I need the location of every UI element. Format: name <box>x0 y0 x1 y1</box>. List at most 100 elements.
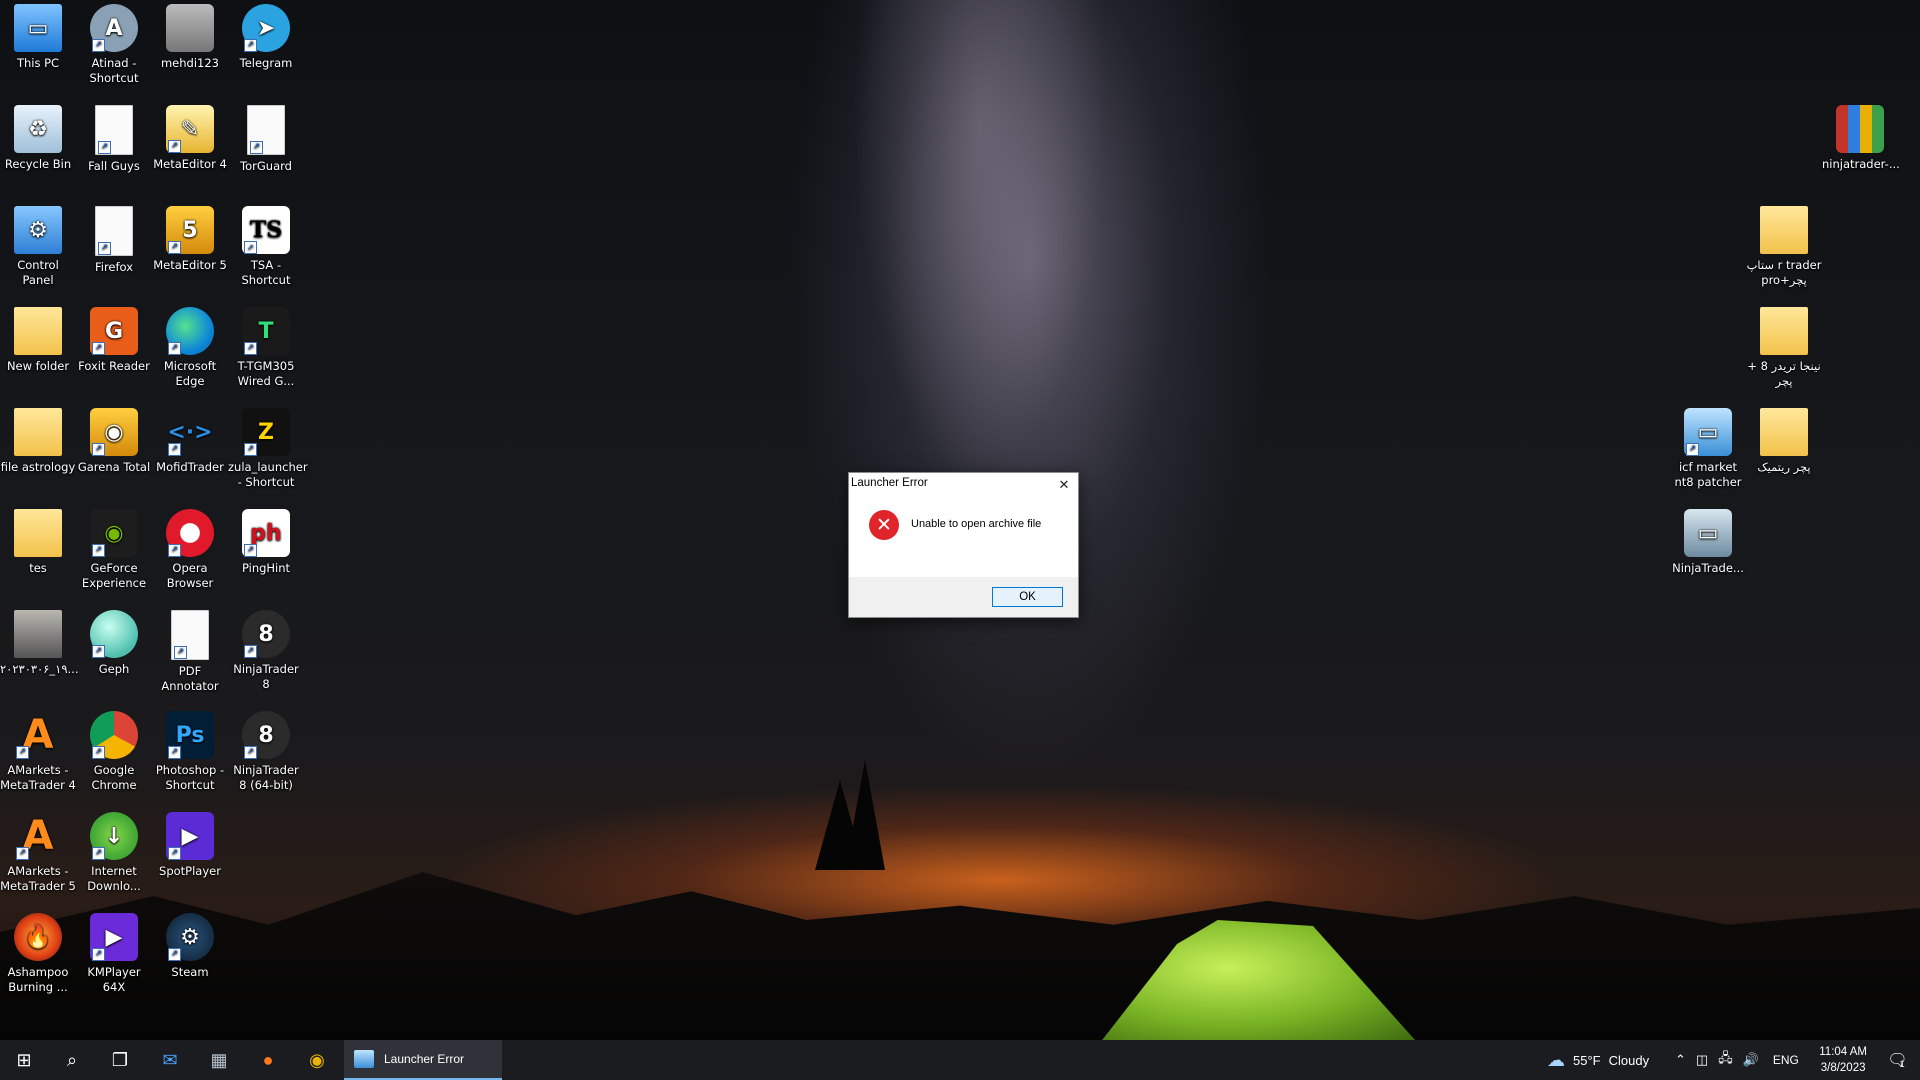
calculator-app-button[interactable]: ▦ <box>195 1040 243 1080</box>
desktop-icon-spotplayer[interactable]: ▶ ↗ SpotPlayer <box>152 808 228 879</box>
shortcut-arrow-icon: ↗ <box>1686 443 1699 456</box>
start-button[interactable]: ⊞ <box>0 1040 48 1080</box>
shortcut-arrow-icon: ↗ <box>244 746 257 759</box>
control-panel-icon: ⚙ <box>14 206 62 254</box>
desktop-icon-edge[interactable]: ↗ Microsoft Edge <box>152 303 228 389</box>
wallpaper-tree <box>845 760 885 870</box>
desktop-icon-amarkets-mt4[interactable]: A ↗ AMarkets - MetaTrader 4 <box>0 707 76 793</box>
desktop-icon-pinghint[interactable]: ph ↗ PingHint <box>228 505 304 576</box>
desktop-icon-firefox[interactable]: ↗ Firefox <box>76 202 152 275</box>
ok-button[interactable]: OK <box>992 587 1063 607</box>
desktop-icon-geforce[interactable]: ◉ ↗ GeForce Experience <box>76 505 152 591</box>
shortcut-arrow-icon: ↗ <box>250 141 263 154</box>
desktop-icon-control-panel[interactable]: ⚙ Control Panel <box>0 202 76 288</box>
desktop-icon-tsa[interactable]: TS ↗ TSA - Shortcut <box>228 202 304 288</box>
taskbar: ⊞ ⌕ ❐ ✉ ▦ ● ◉ Launcher Error ☁ 55°F Clou… <box>0 1040 1920 1080</box>
desktop-icon-torguard[interactable]: ↗ TorGuard <box>228 101 304 174</box>
dialog-message: Unable to open archive file <box>911 518 1042 530</box>
desktop-icon-tes[interactable]: tes <box>0 505 76 576</box>
metaeditor-5-icon: 5 ↗ <box>166 206 214 254</box>
mail-app-button[interactable]: ✉ <box>146 1040 194 1080</box>
desktop-icon-ninjatrader-archive[interactable]: ninjatrader-... <box>1822 101 1900 172</box>
desktop-icon-metaeditor5[interactable]: 5 ↗ MetaEditor 5 <box>152 202 228 273</box>
taskbar-window-label: Launcher Error <box>384 1052 465 1066</box>
pdf-annotator-icon: ↗ <box>171 610 209 660</box>
shortcut-arrow-icon: ↗ <box>92 443 105 456</box>
spotplayer-icon: ▶ ↗ <box>166 812 214 860</box>
shortcut-arrow-icon: ↗ <box>244 443 257 456</box>
desktop-icon-ninjatrader8[interactable]: 8 ↗ NinjaTrader 8 <box>228 606 304 692</box>
desktop-icon-ashampoo[interactable]: 🔥 Ashampoo Burning ... <box>0 909 76 995</box>
folder-icon <box>1760 307 1808 355</box>
amarkets-icon: A ↗ <box>14 812 62 860</box>
shortcut-arrow-icon: ↗ <box>244 645 257 658</box>
chrome-app-button[interactable]: ◉ <box>293 1040 341 1080</box>
taskbar-launcher-error[interactable]: Launcher Error <box>344 1040 502 1080</box>
desktop-icon-recycle-bin[interactable]: ♻ Recycle Bin <box>0 101 76 172</box>
search-button[interactable]: ⌕ <box>48 1040 96 1080</box>
desktop-icon-mehdi123[interactable]: mehdi123 <box>152 0 228 71</box>
photo-icon <box>14 610 62 658</box>
desktop-icon-ninja8-patcher-folder[interactable]: نینجا تریدر 8 + پچر <box>1746 303 1822 389</box>
volume-icon[interactable]: 🔊 <box>1743 1052 1759 1068</box>
desktop-icon-foxit[interactable]: G ↗ Foxit Reader <box>76 303 152 374</box>
task-view-button[interactable]: ❐ <box>96 1040 144 1080</box>
desktop-icon-garena[interactable]: ◉ ↗ Garena Total <box>76 404 152 475</box>
desktop-icon-setup-folder[interactable]: ستاپ r trader pro+پچر <box>1746 202 1822 288</box>
desktop-icon-icf-patcher[interactable]: ▭ ↗ icf market nt8 patcher <box>1670 404 1746 490</box>
desktop-icon-kmplayer[interactable]: ▶ ↗ KMPlayer 64X <box>76 909 152 995</box>
chevron-up-icon[interactable]: ⌃ <box>1675 1052 1686 1068</box>
desktop-icon-ninjatrader-setup[interactable]: ▭ NinjaTrade... <box>1670 505 1746 576</box>
desktop-icon-t-tgm305[interactable]: T ↗ T-TGM305 Wired G... <box>228 303 304 389</box>
language-indicator[interactable]: ENG <box>1773 1053 1799 1067</box>
atinad-icon: A ↗ <box>90 4 138 52</box>
dialog-body: ✕ Unable to open archive file <box>849 503 1078 550</box>
desktop-icon-opera[interactable]: ↗ Opera Browser <box>152 505 228 591</box>
desktop-icon-geph[interactable]: ↗ Geph <box>76 606 152 677</box>
desktop-icon-file-astrology[interactable]: file astrology <box>0 404 76 475</box>
shortcut-arrow-icon: ↗ <box>16 746 29 759</box>
clock[interactable]: 11:04 AM 3/8/2023 <box>1819 1044 1867 1076</box>
zula-icon: Z ↗ <box>242 408 290 456</box>
desktop-icon-new-folder[interactable]: New folder <box>0 303 76 374</box>
desktop-icon-ninjatrader8-64[interactable]: 8 ↗ NinjaTrader 8 (64-bit) <box>228 707 304 793</box>
desktop-icon-atinad[interactable]: A ↗ Atinad - Shortcut <box>76 0 152 86</box>
desktop-icon-zula[interactable]: Z ↗ zula_launcher - Shortcut <box>228 404 308 490</box>
geph-icon: ↗ <box>90 610 138 658</box>
close-icon[interactable]: ✕ <box>1050 473 1078 497</box>
desktop-icon-photo[interactable]: ۲۰۲۳۰۳۰۶_۱۹... <box>0 606 78 677</box>
notification-center-button[interactable]: 🗨 1 <box>1872 1040 1920 1080</box>
network-icon[interactable]: 🖧 <box>1718 1049 1733 1071</box>
ninjatrader-icon: 8 ↗ <box>242 711 290 759</box>
desktop-icon-chrome[interactable]: ↗ Google Chrome <box>76 707 152 793</box>
ashampoo-icon: 🔥 <box>14 913 62 961</box>
desktop-icon-this-pc[interactable]: ▭ This PC <box>0 0 76 71</box>
chrome-icon: ◉ <box>309 1049 325 1070</box>
desktop-icon-rithmic-patcher[interactable]: پچر ریتمیک <box>1746 404 1822 475</box>
desktop-icon-pdf-annotator[interactable]: ↗ PDF Annotator <box>152 606 228 694</box>
desktop-icon-telegram[interactable]: ➤ ↗ Telegram <box>228 0 304 71</box>
this-pc-icon: ▭ <box>14 4 62 52</box>
shortcut-arrow-icon: ↗ <box>168 342 181 355</box>
folder-icon <box>14 408 62 456</box>
desktop-icon-fall-guys[interactable]: ↗ Fall Guys <box>76 101 152 174</box>
weather-widget[interactable]: ☁ 55°F Cloudy <box>1547 1040 1649 1080</box>
desktop-icon-idm[interactable]: ↓ ↗ Internet Downlo... <box>76 808 152 894</box>
camera-icon[interactable]: ◫ <box>1696 1052 1708 1068</box>
desktop-icon-photoshop[interactable]: Ps ↗ Photoshop - Shortcut <box>152 707 228 793</box>
telegram-icon: ➤ ↗ <box>242 4 290 52</box>
mofidtrader-icon: <·> ↗ <box>166 408 214 456</box>
desktop-icon-metaeditor4[interactable]: ✎ ↗ MetaEditor 4 <box>152 101 228 172</box>
calculator-icon: ▦ <box>210 1049 228 1070</box>
tsa-icon: TS ↗ <box>242 206 290 254</box>
firefox-app-button[interactable]: ● <box>244 1040 292 1080</box>
shortcut-arrow-icon: ↗ <box>244 241 257 254</box>
folder-icon <box>14 307 62 355</box>
desktop-icon-amarkets-mt5[interactable]: A ↗ AMarkets - MetaTrader 5 <box>0 808 76 894</box>
desktop-icon-mofidtrader[interactable]: <·> ↗ MofidTrader <box>152 404 228 475</box>
shortcut-arrow-icon: ↗ <box>92 645 105 658</box>
dialog-titlebar[interactable]: Launcher Error ✕ <box>849 473 1078 503</box>
file-icon: ↗ <box>95 206 133 256</box>
desktop-icon-steam[interactable]: ⚙ ↗ Steam <box>152 909 228 980</box>
amarkets-icon: A ↗ <box>14 711 62 759</box>
